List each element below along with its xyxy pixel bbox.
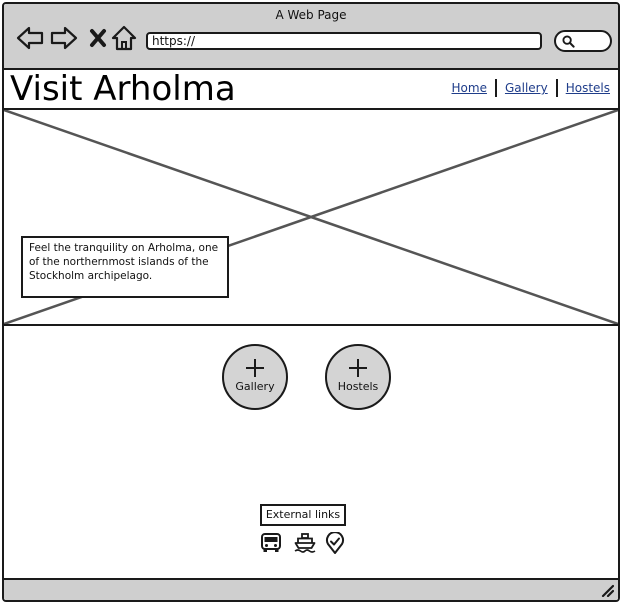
main-nav: Home Gallery Hostels: [452, 79, 610, 97]
url-input[interactable]: https://: [146, 32, 542, 50]
hero-image-placeholder: Feel the tranquility on Arholma, one of …: [4, 110, 618, 326]
browser-toolbar: A Web Page https://: [4, 4, 618, 70]
site-header: Visit Arholma Home Gallery Hostels: [4, 70, 618, 110]
hostels-button[interactable]: Hostels: [325, 344, 391, 410]
home-icon[interactable]: [110, 24, 138, 52]
ship-icon[interactable]: [294, 532, 316, 554]
nav-link-gallery[interactable]: Gallery: [505, 81, 548, 95]
external-links-label: External links: [260, 504, 346, 526]
resize-grip-icon[interactable]: [600, 583, 614, 597]
bus-icon[interactable]: [260, 532, 282, 554]
nav-link-hostels[interactable]: Hostels: [566, 81, 610, 95]
back-arrow-icon[interactable]: [16, 24, 44, 52]
hero-caption: Feel the tranquility on Arholma, one of …: [21, 236, 229, 298]
location-check-icon[interactable]: [324, 532, 346, 554]
close-icon[interactable]: [84, 24, 112, 52]
plus-icon: [349, 359, 367, 377]
search-field[interactable]: [554, 30, 612, 52]
forward-arrow-icon[interactable]: [50, 24, 78, 52]
page-title: Visit Arholma: [10, 69, 236, 109]
status-bar: [4, 578, 618, 600]
gallery-button-label: Gallery: [235, 380, 275, 393]
nav-divider: [494, 79, 497, 97]
search-icon: [562, 35, 575, 48]
hostels-button-label: Hostels: [337, 380, 379, 393]
nav-divider: [555, 79, 558, 97]
gallery-button[interactable]: Gallery: [222, 344, 288, 410]
browser-window: A Web Page https:// Visit Arholma Home G…: [2, 2, 620, 602]
plus-icon: [246, 359, 264, 377]
nav-link-home[interactable]: Home: [452, 81, 487, 95]
window-title: A Web Page: [275, 8, 347, 22]
